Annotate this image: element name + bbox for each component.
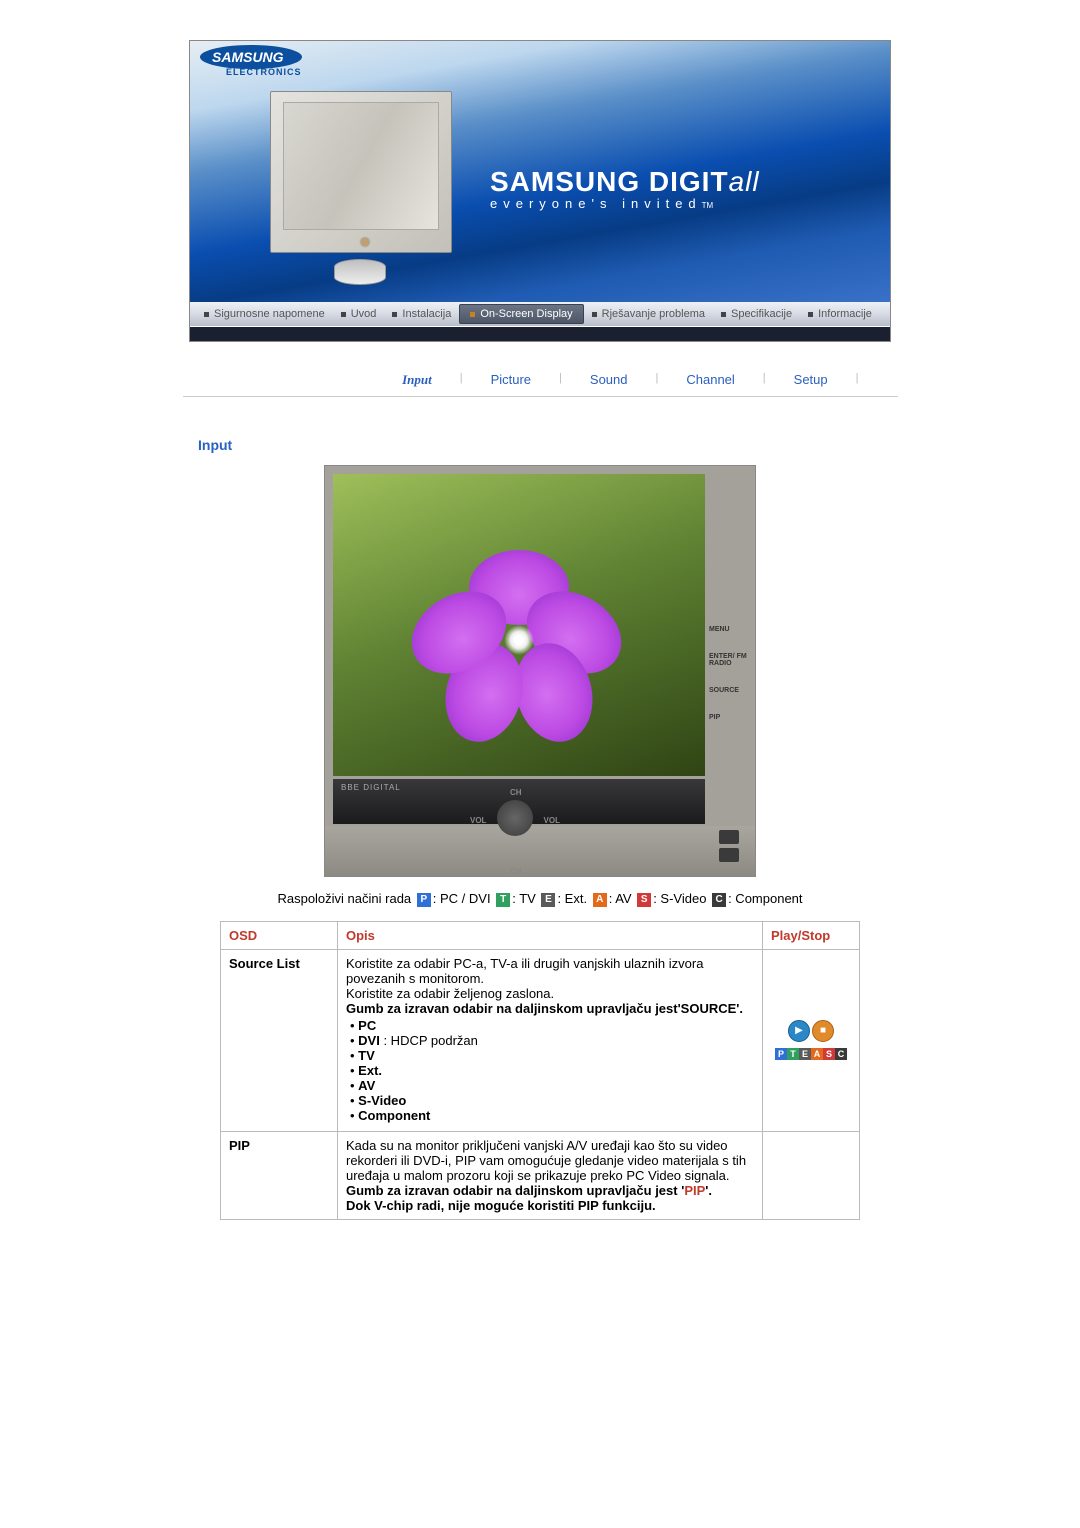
nav-osd[interactable]: On-Screen Display [459, 304, 583, 324]
brand-suffix: all [729, 166, 760, 197]
tab-channel[interactable]: Channel [682, 372, 738, 388]
nav-specs[interactable]: Specifikacije [713, 308, 800, 320]
bezel-badges: BBE DIGITAL [341, 783, 401, 792]
badge-t: T [496, 893, 510, 907]
badge-s: S [637, 893, 651, 907]
logo-subtext: ELECTRONICS [200, 67, 302, 77]
brand-main: SAMSUNG DIGIT [490, 166, 729, 197]
badge-p: P [417, 893, 431, 907]
play-cell: ▶ ■ PTEASC [763, 949, 860, 1131]
col-osd: OSD [221, 921, 338, 949]
tab-setup[interactable]: Setup [790, 372, 832, 388]
dpad: CH VOL VOL CH [480, 794, 550, 864]
play-icon[interactable]: ▶ [788, 1020, 810, 1042]
nav-safety[interactable]: Sigurnosne napomene [196, 308, 333, 320]
logo-text: SAMSUNG [200, 45, 302, 69]
tm-mark: TM [702, 201, 714, 210]
play-cell [763, 1131, 860, 1219]
side-icons [719, 830, 745, 866]
brand-tagline: SAMSUNG DIGITall everyone's invitedTM [490, 166, 760, 211]
screen-image [333, 474, 705, 776]
hero-banner: SAMSUNG ELECTRONICS SAMSUNG DIGITall eve… [189, 40, 891, 342]
stop-icon[interactable]: ■ [812, 1020, 834, 1042]
tab-sound[interactable]: Sound [586, 372, 632, 388]
samsung-logo: SAMSUNG ELECTRONICS [200, 45, 302, 77]
feature-desc: Koristite za odabir PC-a, TV-a ili drugi… [338, 949, 763, 1131]
tab-input[interactable]: Input [398, 372, 436, 388]
nav-intro[interactable]: Uvod [333, 308, 385, 320]
feature-name: PIP [221, 1131, 338, 1219]
monitor-button-labels: MENU ENTER/ FM RADIO SOURCE PIP [709, 626, 751, 741]
table-row: Source List Koristite za odabir PC-a, TV… [221, 949, 860, 1131]
tab-picture[interactable]: Picture [487, 372, 535, 388]
product-image [270, 91, 450, 291]
mode-legend: Raspoloživi načini rada P: PC / DVI T: T… [190, 891, 890, 907]
col-playstop: Play/Stop [763, 921, 860, 949]
feature-desc: Kada su na monitor priključeni vanjski A… [338, 1131, 763, 1219]
osd-table: OSD Opis Play/Stop Source List Koristite… [220, 921, 860, 1220]
nav-troubleshoot[interactable]: Rješavanje problema [584, 308, 713, 320]
monitor-preview: MENU ENTER/ FM RADIO SOURCE PIP BBE DIGI… [324, 465, 756, 877]
section-title: Input [198, 437, 890, 453]
sub-nav: Input | Picture | Sound | Channel | Setu… [183, 372, 898, 397]
badge-a: A [593, 893, 607, 907]
feature-name: Source List [221, 949, 338, 1131]
nav-install[interactable]: Instalacija [384, 308, 459, 320]
main-nav: Sigurnosne napomene Uvod Instalacija On-… [190, 302, 890, 326]
nav-info[interactable]: Informacije [800, 308, 880, 320]
col-opis: Opis [338, 921, 763, 949]
badge-c: C [712, 893, 726, 907]
brand-tagline-text: everyone's invited [490, 196, 702, 211]
mode-badges: PTEASC [771, 1046, 851, 1061]
table-row: PIP Kada su na monitor priključeni vanjs… [221, 1131, 860, 1219]
badge-e: E [541, 893, 555, 907]
